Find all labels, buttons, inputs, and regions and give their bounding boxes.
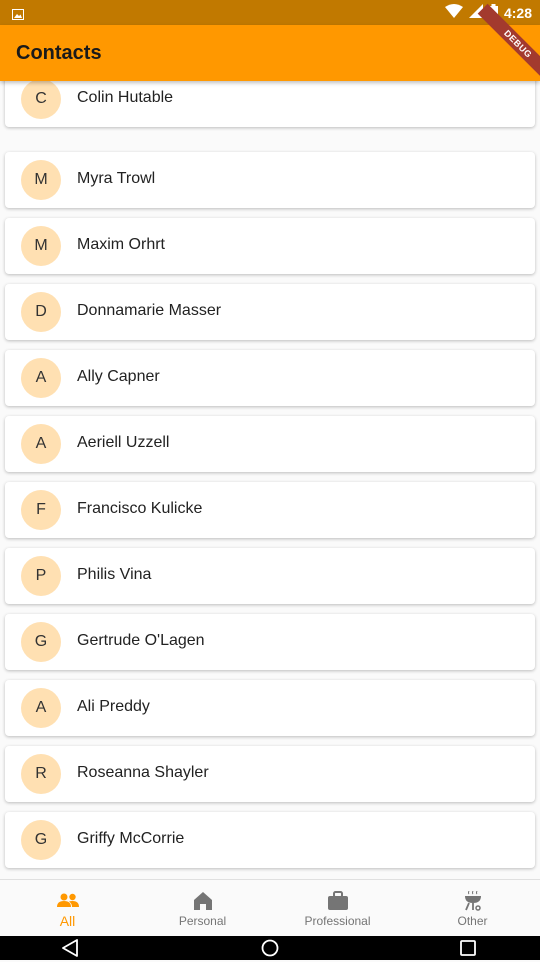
contact-avatar: M	[21, 226, 61, 266]
contact-card[interactable]: R Roseanna Shayler	[5, 746, 535, 802]
contact-name: Philis Vina	[77, 566, 152, 583]
briefcase-icon	[326, 891, 350, 911]
contact-name: Gertrude O'Lagen	[77, 632, 205, 649]
contact-name: Maxim Orhrt	[77, 236, 165, 253]
contact-avatar: R	[21, 754, 61, 794]
nav-label-professional: Professional	[304, 914, 371, 928]
contact-name: Ally Capner	[77, 368, 160, 385]
contact-avatar: F	[21, 490, 61, 530]
status-bar: 4:28	[0, 0, 540, 25]
nav-tab-all[interactable]: All	[0, 880, 135, 937]
nav-tab-other[interactable]: Other	[405, 880, 540, 937]
nav-tab-professional[interactable]: Professional	[270, 880, 405, 937]
contact-card[interactable]: G Gertrude O'Lagen	[5, 614, 535, 670]
contact-avatar: A	[21, 688, 61, 728]
contact-avatar: A	[21, 358, 61, 398]
contact-name: Ali Preddy	[77, 698, 150, 715]
home-button-icon[interactable]	[261, 939, 279, 962]
contact-name: Francisco Kulicke	[77, 500, 203, 517]
contact-avatar: A	[21, 424, 61, 464]
status-time: 4:28	[503, 5, 532, 21]
system-navigation-bar	[0, 936, 540, 960]
people-icon	[56, 891, 80, 911]
image-notification-icon	[12, 7, 24, 25]
home-icon	[191, 891, 215, 911]
nav-label-all: All	[59, 913, 76, 929]
page-title: Contacts	[16, 42, 102, 64]
app-bar: Contacts DEBUG	[0, 3, 540, 85]
bottom-navigation: All Personal Professional Other	[0, 879, 540, 937]
contact-card[interactable]: A Ali Preddy	[5, 680, 535, 736]
contact-card[interactable]: G Griffy McCorrie	[5, 812, 535, 868]
nav-tab-personal[interactable]: Personal	[135, 880, 270, 937]
contact-name: Roseanna Shayler	[77, 764, 209, 781]
contact-card[interactable]: C Colin Hutable	[5, 81, 535, 127]
contact-name: Colin Hutable	[77, 89, 174, 106]
contact-avatar: G	[21, 622, 61, 662]
contact-name: Myra Trowl	[77, 170, 156, 187]
contact-avatar: C	[21, 81, 61, 119]
nav-label-other: Other	[457, 914, 488, 928]
contact-card[interactable]: M Maxim Orhrt	[5, 218, 535, 274]
contact-name: Donnamarie Masser	[77, 302, 222, 319]
contact-card[interactable]: A Aeriell Uzzell	[5, 416, 535, 472]
contact-card[interactable]: F Francisco Kulicke	[5, 482, 535, 538]
contact-name: Griffy McCorrie	[77, 830, 185, 847]
contact-card[interactable]: P Philis Vina	[5, 548, 535, 604]
contact-card[interactable]: D Donnamarie Masser	[5, 284, 535, 340]
contact-list[interactable]: C Colin Hutable M Myra Trowl M Maxim Orh…	[0, 81, 540, 879]
contact-card[interactable]: M Myra Trowl	[5, 152, 535, 208]
nav-label-personal: Personal	[178, 914, 227, 928]
contact-name: Aeriell Uzzell	[77, 434, 170, 451]
contact-avatar: D	[21, 292, 61, 332]
wifi-icon	[444, 3, 463, 23]
grill-icon	[461, 890, 485, 911]
contact-card[interactable]: A Ally Capner	[5, 350, 535, 406]
contact-avatar: G	[21, 820, 61, 860]
contact-avatar: M	[21, 160, 61, 200]
contact-avatar: P	[21, 556, 61, 596]
back-icon[interactable]	[61, 939, 79, 962]
recent-apps-icon[interactable]	[460, 940, 476, 961]
